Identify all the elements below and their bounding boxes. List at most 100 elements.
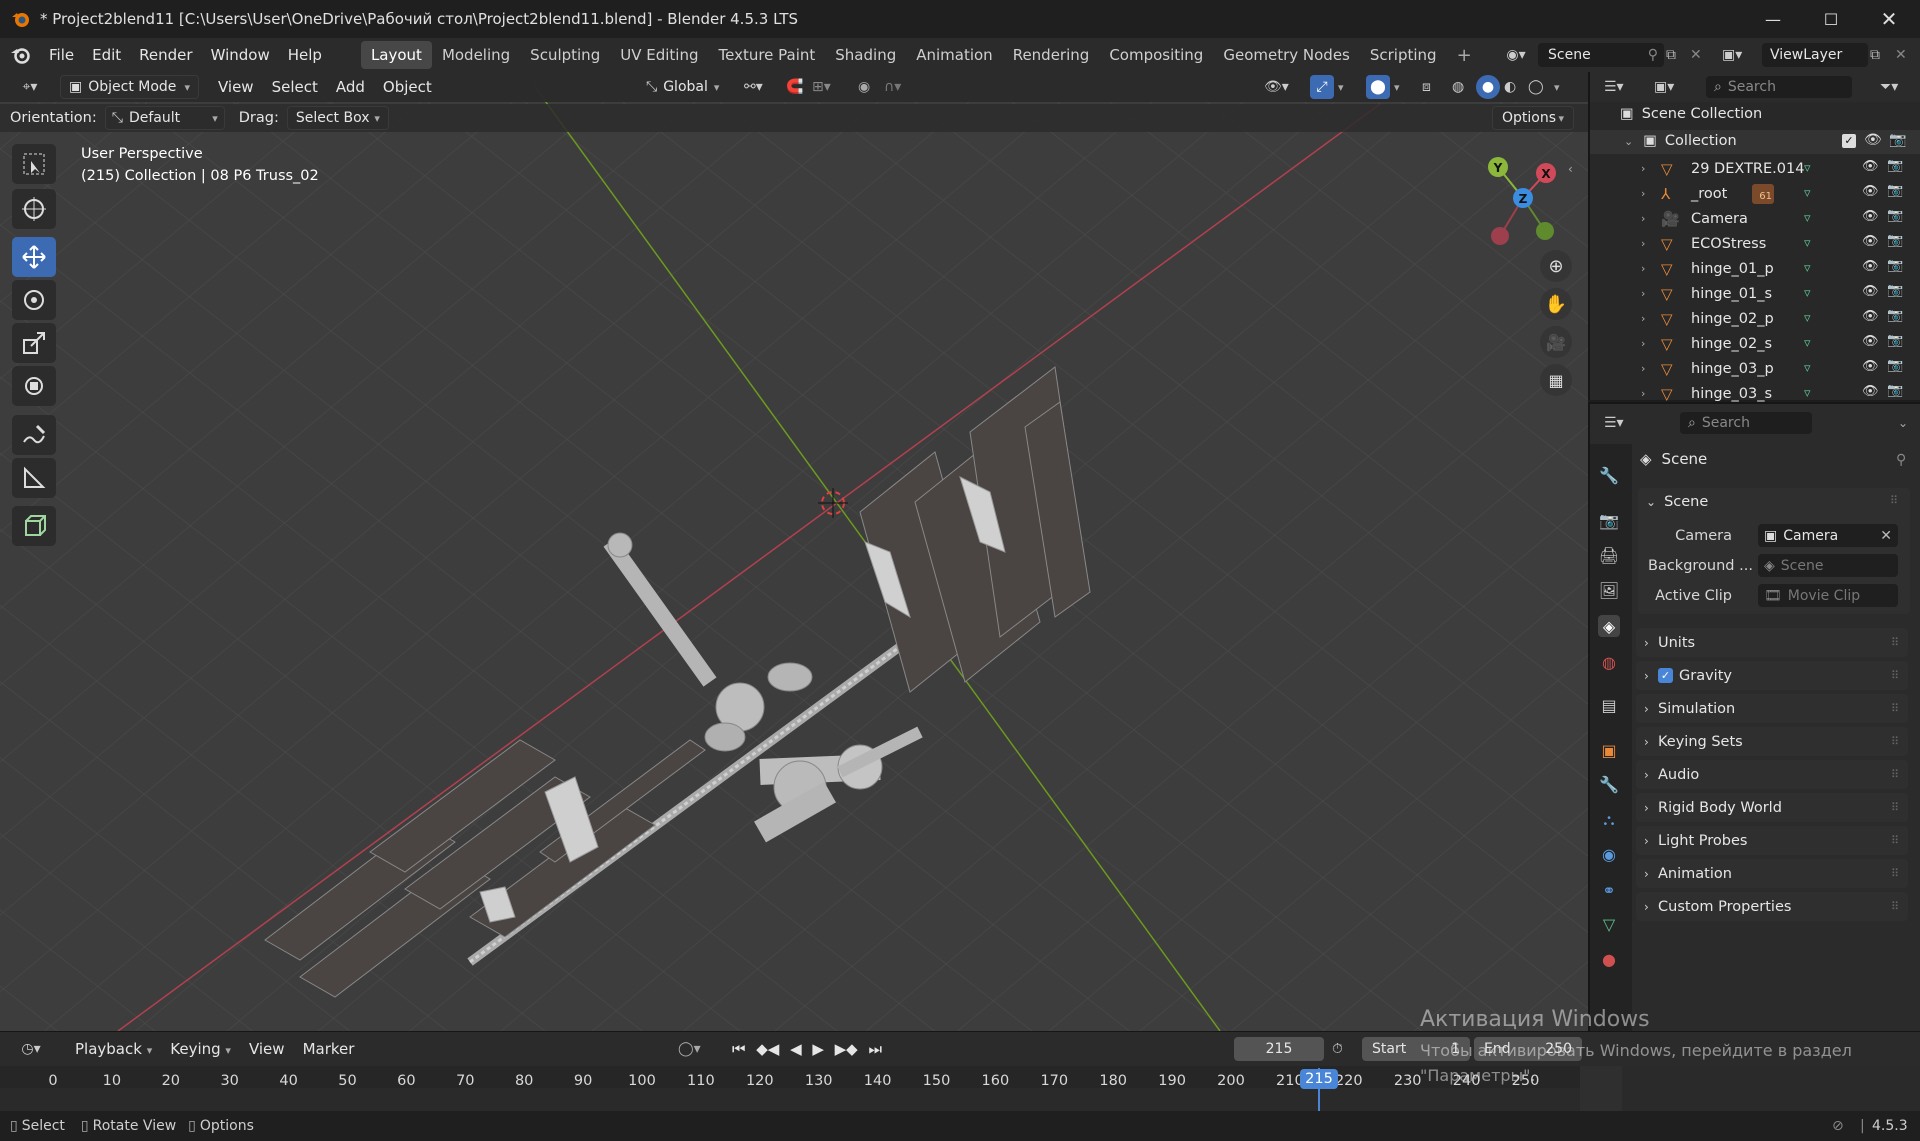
render-visibility-icon[interactable]: 📷: [1887, 208, 1903, 223]
render-visibility-icon[interactable]: 📷: [1887, 233, 1903, 248]
visibility-eye-icon[interactable]: 👁: [1862, 159, 1879, 174]
visibility-eye-icon[interactable]: 👁: [1862, 359, 1879, 374]
viewport-menu-add[interactable]: Add: [327, 78, 374, 96]
editor-type-icon[interactable]: ⌖▾: [10, 75, 50, 99]
background-scene-field[interactable]: ◈ Scene: [1758, 554, 1898, 577]
render-tab-icon[interactable]: 📷: [1598, 509, 1620, 531]
panel-units[interactable]: › Units ⠿: [1636, 628, 1908, 657]
expand-chevron-icon[interactable]: ›: [1641, 312, 1655, 325]
preview-range-icon[interactable]: ⏱: [1332, 1037, 1356, 1061]
proportional-edit-icon[interactable]: ◉: [858, 75, 880, 99]
output-tab-icon[interactable]: 🖨: [1598, 544, 1620, 566]
tab-modeling[interactable]: Modeling: [432, 41, 520, 69]
scene-panel-header[interactable]: ⌄ Scene: [1646, 494, 1708, 510]
viewlayer-type-icon[interactable]: ▣▾: [1722, 43, 1758, 67]
jump-end-icon[interactable]: ⏭: [868, 1040, 882, 1058]
new-scene-icon[interactable]: ⧉: [1666, 43, 1688, 67]
visibility-eye-icon[interactable]: 👁: [1862, 209, 1879, 224]
options-dropdown[interactable]: Options ▾: [1492, 106, 1574, 130]
move-tool-icon[interactable]: [12, 237, 56, 277]
panel-custom-properties[interactable]: › Custom Properties ⠿: [1636, 892, 1908, 921]
xray-icon[interactable]: ⧈: [1422, 75, 1446, 99]
timeline-menu-marker[interactable]: Marker: [294, 1040, 364, 1058]
particles-tab-icon[interactable]: ⛬: [1598, 809, 1620, 831]
panel-drag-handle-icon[interactable]: ⠿: [1891, 669, 1900, 682]
expand-chevron-icon[interactable]: ›: [1641, 387, 1655, 400]
panel-keying-sets[interactable]: › Keying Sets ⠿: [1636, 727, 1908, 756]
panel-gravity[interactable]: › ✓ Gravity ⠿: [1636, 661, 1908, 690]
orientation-selector[interactable]: ⤡ Default ▾: [104, 106, 225, 130]
rotate-tool-icon[interactable]: [12, 280, 56, 320]
constraints-tab-icon[interactable]: ⚭: [1598, 879, 1620, 901]
collection-render-icon[interactable]: 📷: [1889, 132, 1906, 148]
zoom-icon[interactable]: ⊕: [1540, 250, 1572, 282]
tool-tab-icon[interactable]: 🔧: [1598, 464, 1620, 486]
render-visibility-icon[interactable]: 📷: [1887, 308, 1903, 323]
scene-collection-row[interactable]: ▣ Scene Collection: [1620, 106, 1762, 122]
panel-drag-handle-icon[interactable]: ⠿: [1891, 735, 1900, 748]
world-tab-icon[interactable]: ◍: [1598, 651, 1620, 673]
material-tab-icon[interactable]: ●: [1598, 948, 1620, 970]
blender-menu-icon[interactable]: [10, 44, 32, 66]
object-tab-icon[interactable]: ▣: [1598, 739, 1620, 761]
add-workspace-icon[interactable]: +: [1447, 40, 1482, 71]
close-icon[interactable]: ✕: [1862, 0, 1916, 38]
menu-file[interactable]: File: [40, 46, 83, 64]
visibility-eye-icon[interactable]: 👁: [1862, 384, 1879, 399]
panel-simulation[interactable]: › Simulation ⠿: [1636, 694, 1908, 723]
panel-animation[interactable]: › Animation ⠿: [1636, 859, 1908, 888]
grid-ortho-icon[interactable]: ▦: [1540, 364, 1572, 396]
prev-keyframe-icon[interactable]: ◆◀: [756, 1040, 779, 1058]
panel-drag-handle-icon[interactable]: ⠿: [1891, 834, 1900, 847]
render-visibility-icon[interactable]: 📷: [1887, 333, 1903, 348]
expand-chevron-icon[interactable]: ›: [1641, 287, 1655, 300]
overlays-dropdown-icon[interactable]: ▾: [1394, 75, 1408, 99]
solid-shading-icon[interactable]: ●: [1476, 75, 1500, 99]
panel-light-probes[interactable]: › Light Probes ⠿: [1636, 826, 1908, 855]
play-reverse-icon[interactable]: ◀: [790, 1040, 802, 1058]
measure-tool-icon[interactable]: [12, 458, 56, 498]
panel-drag-handle-icon[interactable]: ⠿: [1891, 867, 1900, 880]
visibility-eye-icon[interactable]: 👁: [1862, 309, 1879, 324]
tab-sculpting[interactable]: Sculpting: [520, 41, 610, 69]
material-shading-icon[interactable]: ◐: [1504, 75, 1528, 99]
timeline-menu-view[interactable]: View: [240, 1040, 294, 1058]
camera-field[interactable]: ▣ Camera ✕: [1758, 524, 1898, 547]
tab-animation[interactable]: Animation: [906, 41, 1002, 69]
mode-selector[interactable]: ▣ Object Mode ▾: [60, 75, 199, 99]
expand-chevron-icon[interactable]: ›: [1641, 212, 1655, 225]
properties-pin-icon[interactable]: ⚲: [1896, 452, 1906, 468]
navigation-gizmo[interactable]: X Y Z: [1468, 150, 1576, 258]
render-visibility-icon[interactable]: 📷: [1887, 158, 1903, 173]
scene-tab-icon[interactable]: ◈: [1598, 615, 1620, 637]
annotate-tool-icon[interactable]: [12, 415, 56, 455]
active-clip-field[interactable]: 🎞 Movie Clip: [1758, 584, 1898, 607]
viewport-menu-object[interactable]: Object: [374, 78, 441, 96]
viewlayer-selector[interactable]: ViewLayer: [1762, 43, 1868, 67]
render-visibility-icon[interactable]: 📷: [1887, 183, 1903, 198]
timeline-menu-keying[interactable]: Keying ▾: [161, 1040, 240, 1058]
playhead-frame-badge[interactable]: 215: [1300, 1069, 1338, 1089]
visibility-eye-icon[interactable]: 👁: [1862, 234, 1879, 249]
snap-icon[interactable]: 🧲: [786, 75, 808, 99]
shading-dropdown-icon[interactable]: ▾: [1554, 75, 1568, 99]
auto-keying-icon[interactable]: ◯▾: [678, 1037, 718, 1061]
scale-tool-icon[interactable]: [12, 323, 56, 363]
scene-type-icon[interactable]: ◉▾: [1502, 43, 1530, 67]
delete-scene-icon[interactable]: ✕: [1690, 43, 1708, 67]
display-mode-icon[interactable]: ▣▾: [1654, 76, 1694, 98]
next-keyframe-icon[interactable]: ▶◆: [835, 1040, 858, 1058]
visibility-eye-icon[interactable]: 👁: [1862, 259, 1879, 274]
menu-edit[interactable]: Edit: [83, 46, 130, 64]
jump-start-icon[interactable]: ⏮: [732, 1040, 746, 1058]
panel-drag-handle-icon[interactable]: ⠿: [1891, 801, 1900, 814]
outliner-search-input[interactable]: ⌕ Search: [1706, 76, 1852, 98]
new-viewlayer-icon[interactable]: ⧉: [1870, 43, 1892, 67]
gravity-checkbox[interactable]: ✓: [1658, 668, 1673, 683]
properties-editor-type-icon[interactable]: ☰▾: [1604, 412, 1644, 434]
minimize-icon[interactable]: —: [1746, 0, 1800, 38]
pin-icon[interactable]: ⚲: [1648, 47, 1658, 63]
gizmo-toggle-icon[interactable]: ⤢: [1310, 75, 1334, 99]
tab-compositing[interactable]: Compositing: [1099, 41, 1213, 69]
timeline-menu-playback[interactable]: Playback ▾: [66, 1040, 161, 1058]
